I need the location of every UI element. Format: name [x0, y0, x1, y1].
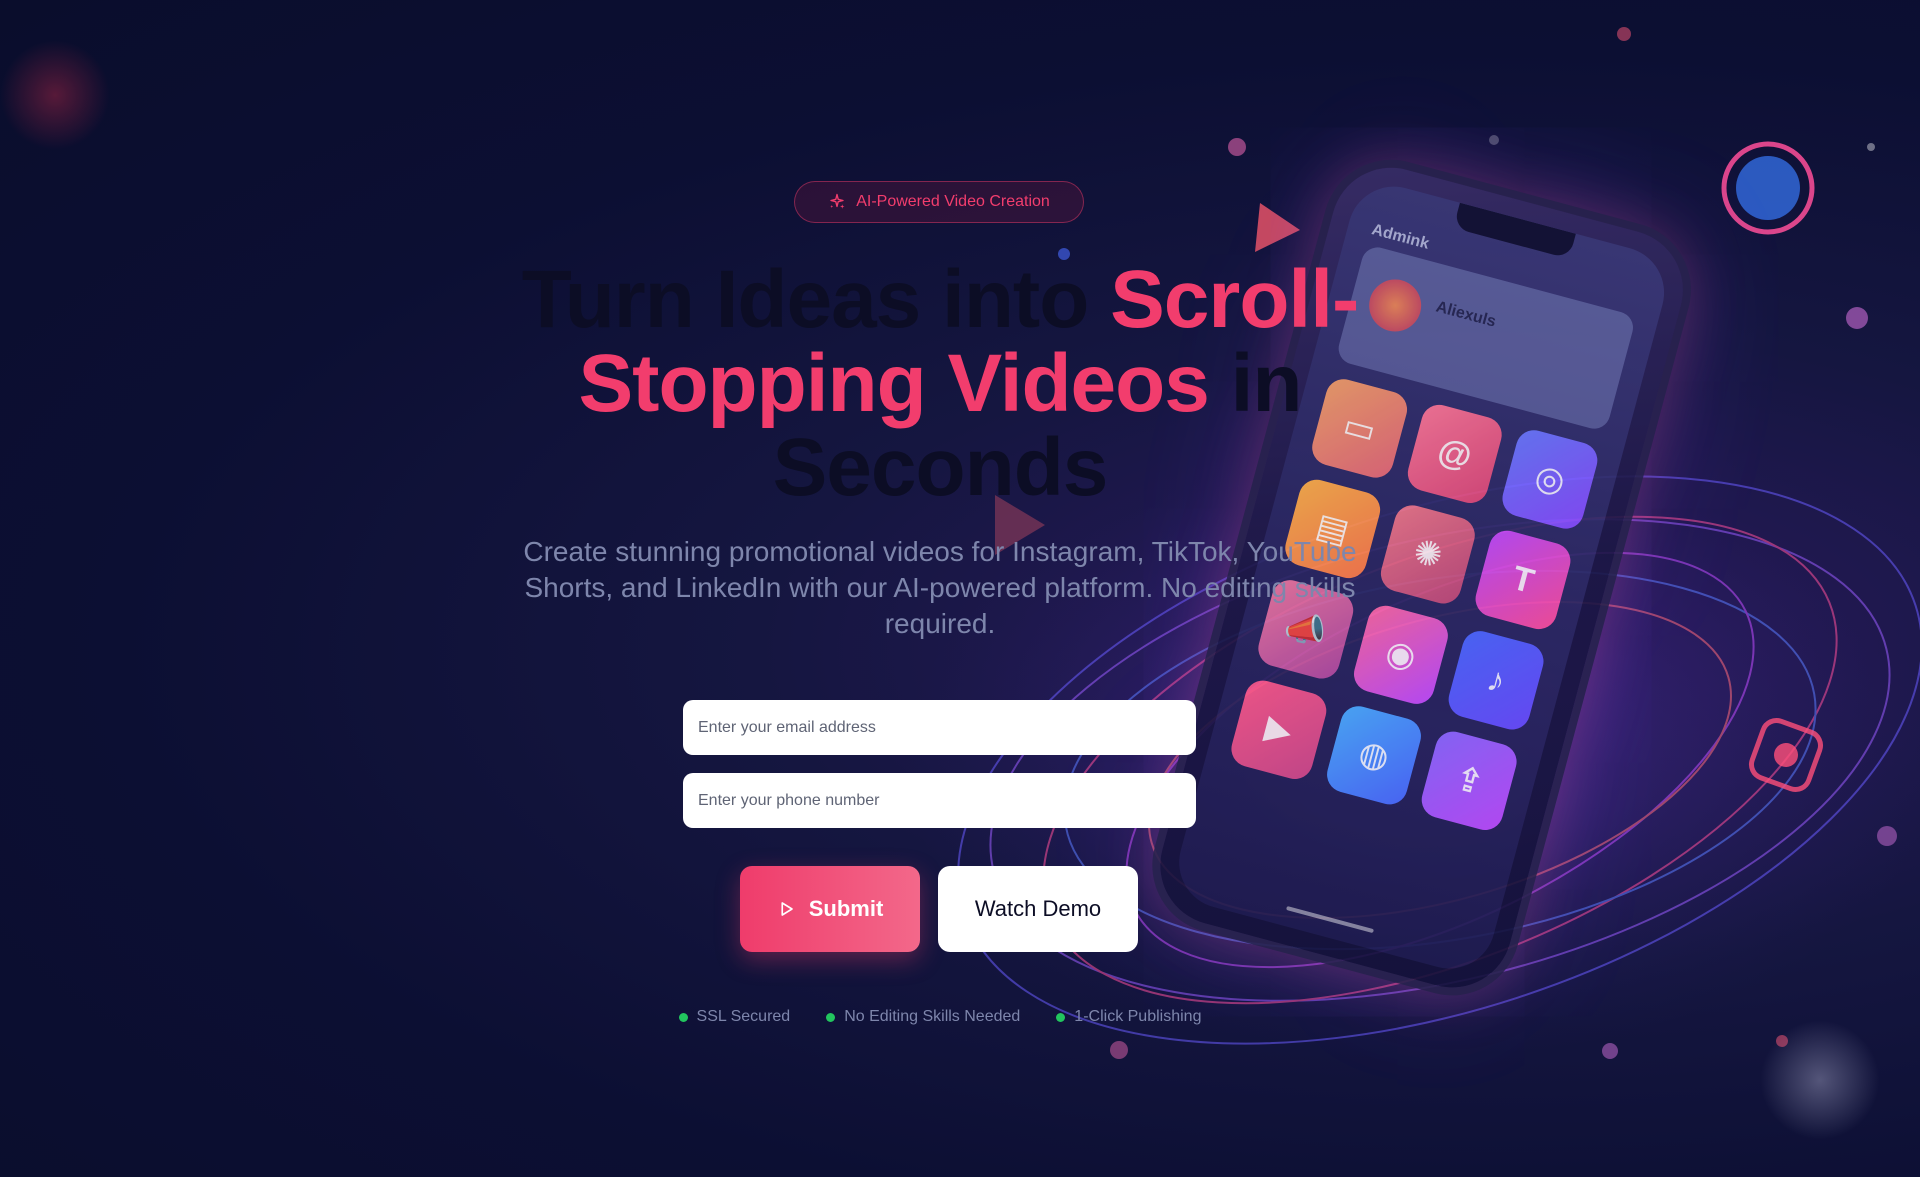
status-dot-icon	[826, 1012, 836, 1022]
trust-item: SSL Secured	[678, 1008, 791, 1026]
trust-item: 1-Click Publishing	[1056, 1008, 1201, 1026]
watch-demo-button[interactable]: Watch Demo	[938, 866, 1138, 952]
title-text: Seconds	[772, 422, 1109, 513]
title-text: in	[1208, 338, 1303, 429]
page-title: Turn Ideas into Scroll- Stopping Videos i…	[460, 258, 1420, 510]
background-glow	[0, 40, 110, 150]
background-glow	[1760, 1020, 1880, 1140]
phone-field[interactable]	[683, 773, 1196, 828]
text-app-icon: T	[1471, 526, 1575, 634]
submit-button-label: Submit	[808, 896, 884, 921]
chat-app-icon: ◍	[1322, 702, 1426, 809]
title-accent-text: Stopping Videos	[578, 338, 1209, 429]
feature-badge: AI-Powered Video Creation	[794, 181, 1084, 223]
status-dot-icon	[678, 1012, 688, 1022]
email-field[interactable]	[683, 700, 1196, 755]
youtube-app-icon: ▶	[1227, 676, 1331, 783]
trust-item: No Editing Skills Needed	[826, 1008, 1020, 1026]
title-accent-text: Scroll-	[1110, 254, 1359, 345]
trust-item-label: 1-Click Publishing	[1074, 1008, 1202, 1025]
phone-notch	[1453, 202, 1576, 259]
play-icon	[781, 902, 793, 916]
home-indicator	[1286, 905, 1374, 934]
submit-button[interactable]: Submit	[740, 866, 920, 952]
trust-item-label: No Editing Skills Needed	[844, 1008, 1021, 1025]
tiktok-app-icon: ♪	[1444, 627, 1548, 734]
badge-label: AI-Powered Video Creation	[856, 193, 1050, 210]
hero-description: Create stunning promotional videos for I…	[523, 536, 1357, 639]
trust-item-label: SSL Secured	[696, 1008, 791, 1025]
trust-indicators: SSL Secured No Editing Skills Needed 1-C…	[460, 1008, 1420, 1026]
title-text: Turn Ideas into	[521, 254, 1111, 345]
status-dot-icon	[1056, 1012, 1066, 1022]
target-app-icon: ◎	[1498, 426, 1602, 533]
watch-demo-button-label: Watch Demo	[974, 896, 1102, 921]
sparkle-app-icon: ✺	[1376, 501, 1480, 608]
sparkles-icon	[830, 193, 845, 209]
share-app-icon: ⇪	[1417, 727, 1521, 835]
screen-username: Aliexuls	[1434, 298, 1498, 331]
